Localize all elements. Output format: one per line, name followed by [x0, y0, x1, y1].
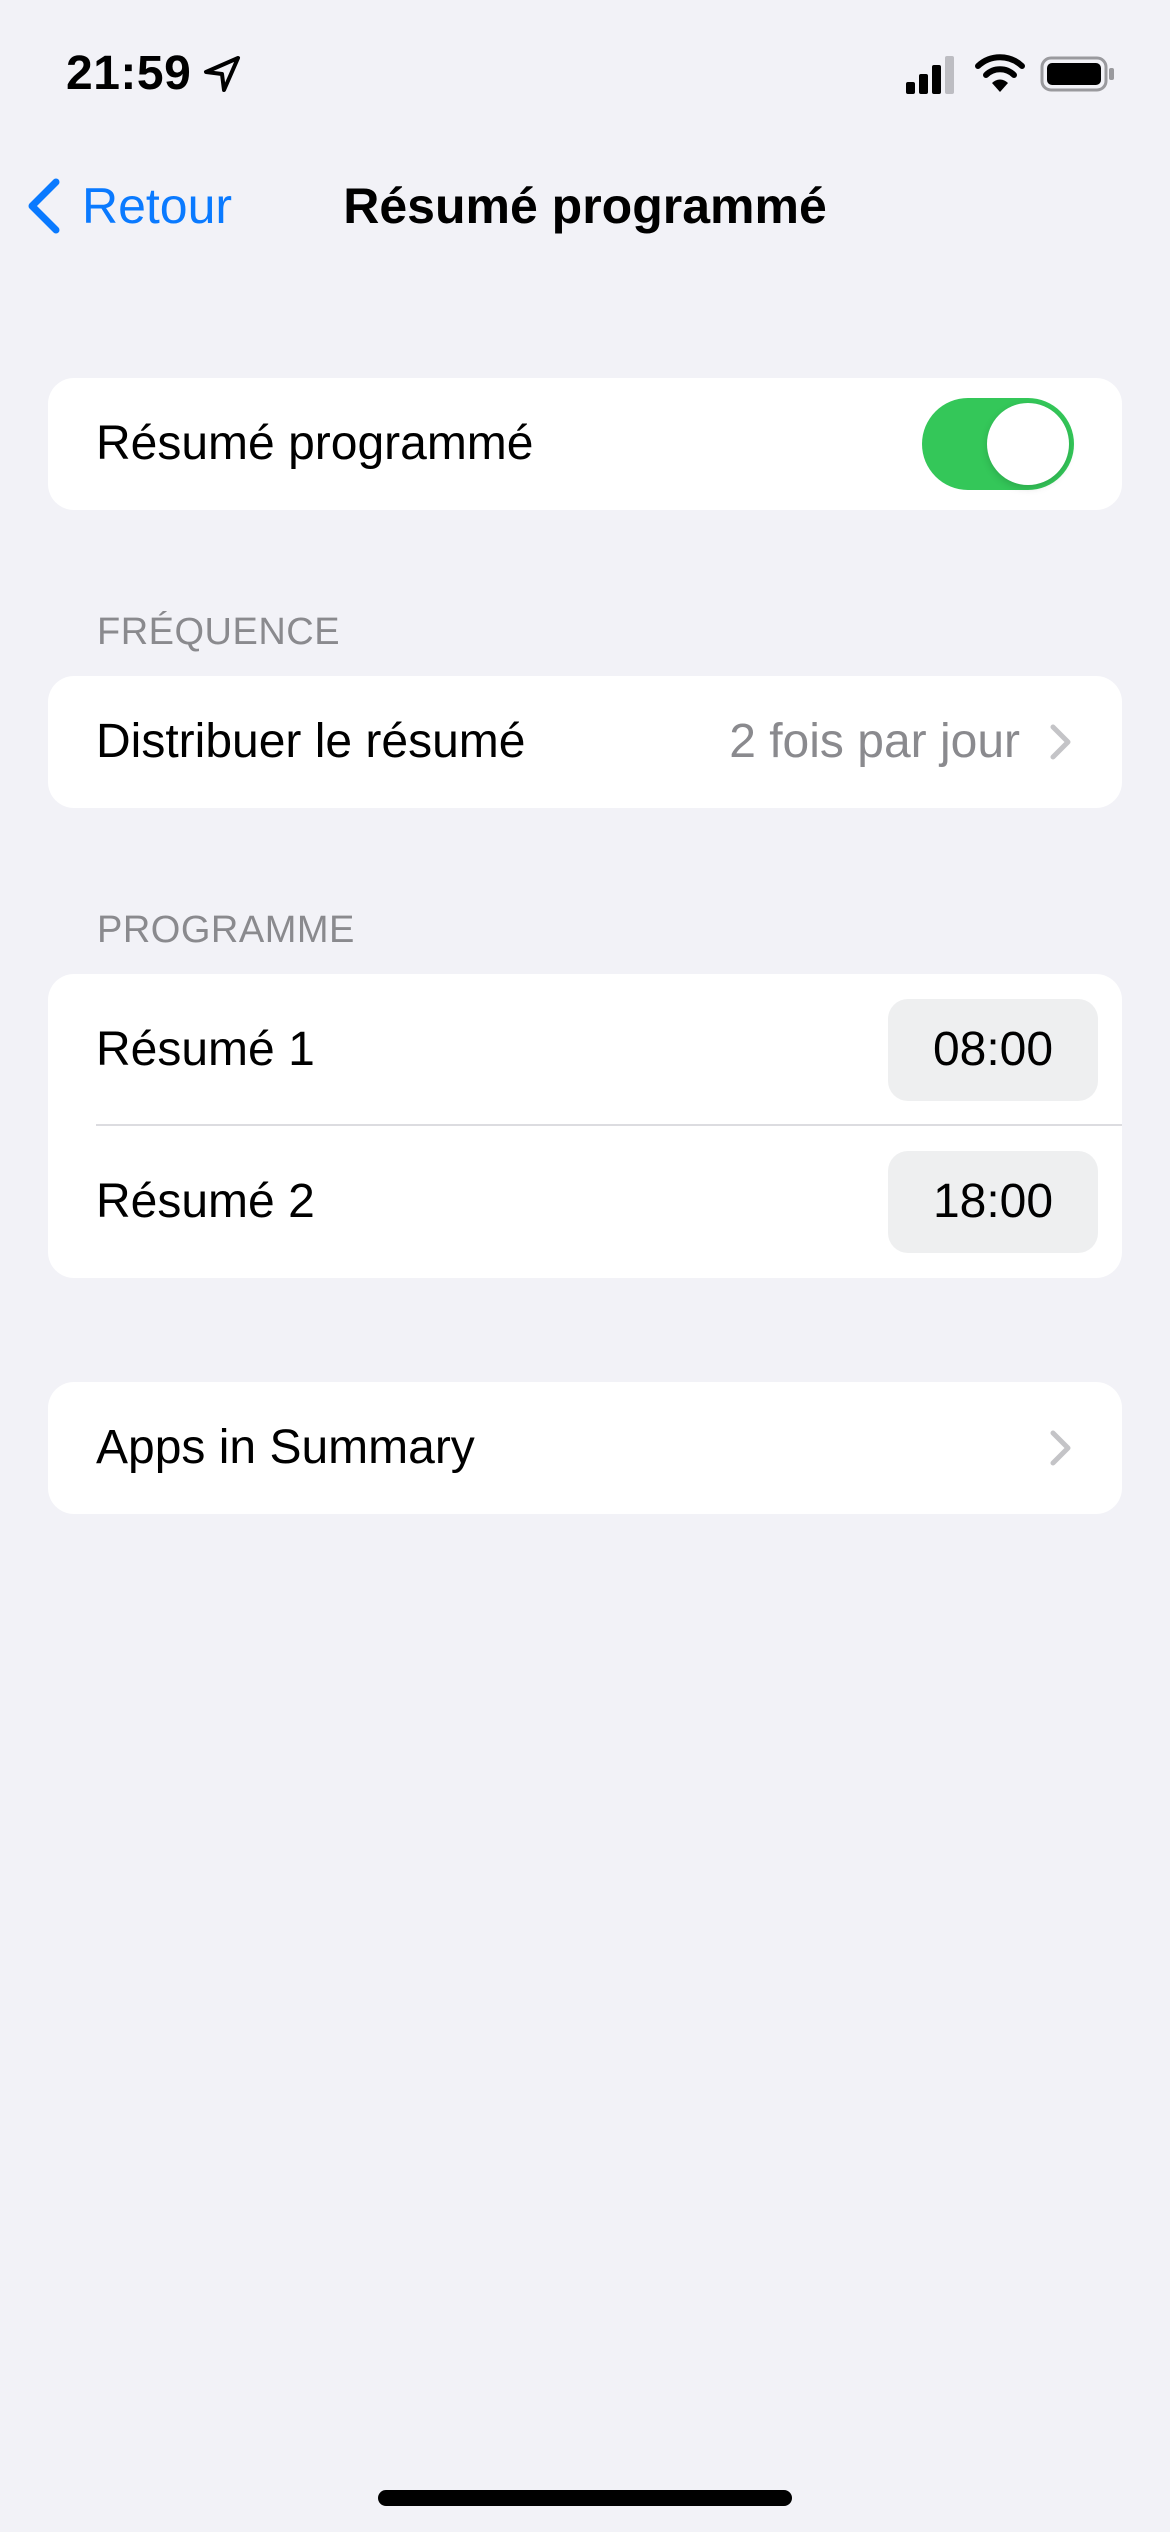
summary-1-label: Résumé 1 — [96, 1023, 315, 1076]
home-indicator[interactable] — [378, 2490, 792, 2506]
frequency-group: Distribuer le résumé 2 fois par jour — [48, 676, 1122, 808]
schedule-section-header: PROGRAMME — [97, 909, 355, 951]
status-bar: 21:59 — [0, 0, 1170, 150]
signal-icon — [906, 56, 954, 94]
summary-2-time-picker[interactable]: 18:00 — [888, 1151, 1098, 1253]
chevron-right-icon — [1050, 724, 1071, 760]
summary-2-row: Résumé 2 18:00 — [48, 1126, 1122, 1278]
schedule-group: Résumé 1 08:00 Résumé 2 18:00 — [48, 974, 1122, 1278]
deliver-summary-row[interactable]: Distribuer le résumé 2 fois par jour — [48, 676, 1122, 808]
apps-in-summary-label: Apps in Summary — [96, 1421, 475, 1474]
apps-group: Apps in Summary — [48, 1382, 1122, 1514]
summary-1-row: Résumé 1 08:00 — [48, 974, 1122, 1126]
scheduled-summary-toggle-group: Résumé programmé — [48, 378, 1122, 510]
page-title: Résumé programmé — [343, 178, 827, 234]
apps-in-summary-row[interactable]: Apps in Summary — [48, 1382, 1122, 1514]
scheduled-summary-label: Résumé programmé — [96, 417, 534, 470]
battery-icon — [1040, 56, 1114, 92]
summary-1-time-picker[interactable]: 08:00 — [888, 999, 1098, 1101]
status-time: 21:59 — [66, 47, 192, 100]
summary-2-label: Résumé 2 — [96, 1175, 315, 1228]
deliver-summary-label: Distribuer le résumé — [96, 715, 526, 768]
chevron-right-icon — [1050, 1430, 1071, 1466]
scheduled-summary-screen: 21:59 Retour Résumé programmé Résumé pro… — [0, 0, 1170, 2532]
wifi-icon — [975, 54, 1025, 92]
scheduled-summary-row: Résumé programmé — [48, 378, 1122, 510]
deliver-summary-value: 2 fois par jour — [729, 715, 1020, 768]
frequency-section-header: FRÉQUENCE — [97, 611, 341, 653]
toggle-knob — [987, 403, 1069, 485]
scheduled-summary-toggle[interactable] — [922, 398, 1074, 490]
location-icon — [204, 56, 240, 92]
